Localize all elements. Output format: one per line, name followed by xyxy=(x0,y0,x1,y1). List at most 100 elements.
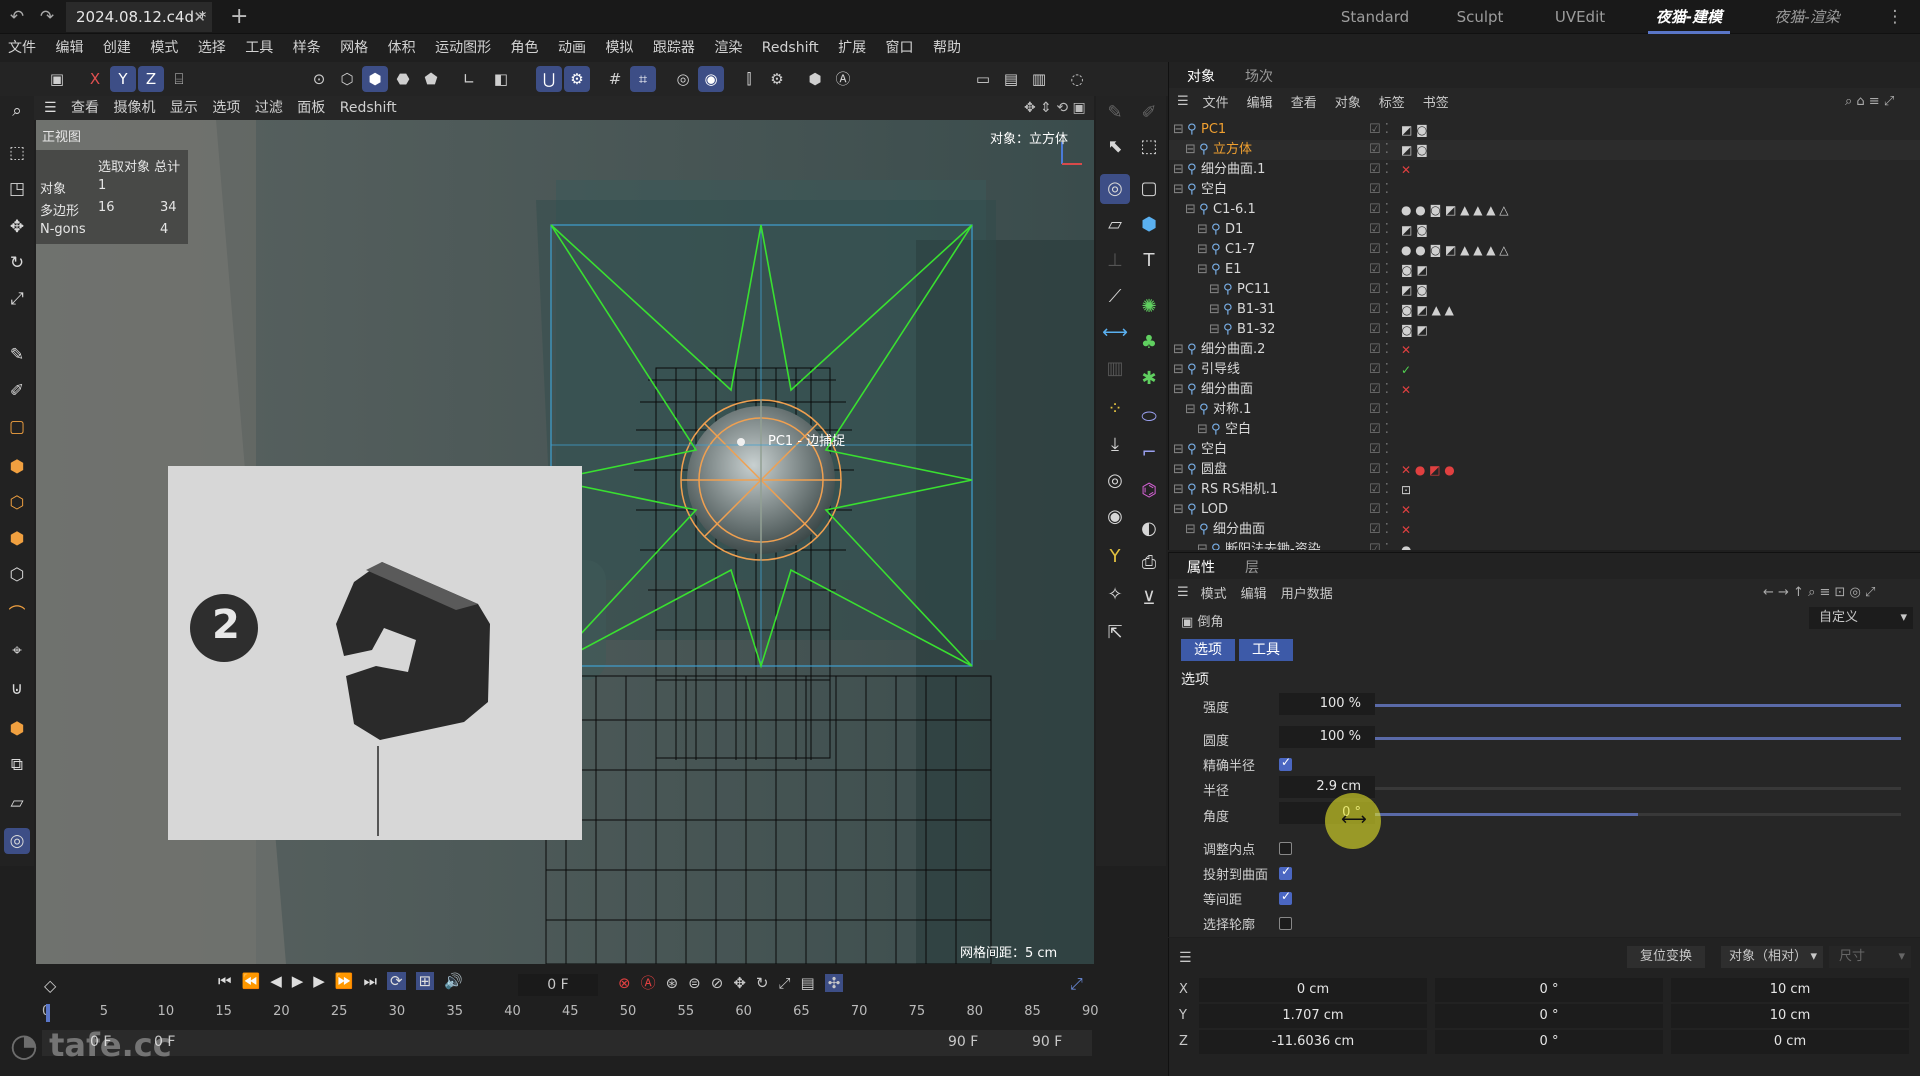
attr-menu-edit[interactable]: 编辑 xyxy=(1241,583,1267,602)
select-icon[interactable]: ⬚ xyxy=(1134,132,1164,162)
object-row[interactable]: ⊟ ⚲ 对称.1 ☑ ⁚ xyxy=(1169,400,1920,420)
render-settings-icon[interactable]: ▭ xyxy=(970,66,996,92)
floor-tool-icon[interactable]: ⊻ xyxy=(1134,584,1164,614)
arrow-icon[interactable]: ⬉ xyxy=(1100,132,1130,162)
object-row[interactable]: ⊟ ⚲ B1-32 ☑ ⁚ ◙ ◩ xyxy=(1169,320,1920,340)
keyframe-diamond-icon[interactable]: ◇ xyxy=(44,976,56,995)
visibility-toggle-icon[interactable]: ☑ ⁚ xyxy=(1369,180,1389,200)
more-icon[interactable]: ⋮ xyxy=(1884,6,1906,28)
menu-file[interactable]: 文件 xyxy=(8,35,36,61)
object-tags[interactable]: ✕ ● ◩ ● xyxy=(1401,460,1455,480)
visibility-toggle-icon[interactable]: ☑ ⁚ xyxy=(1369,420,1389,440)
render-queue-icon[interactable]: ▥ xyxy=(1026,66,1052,92)
attr-menu-userdata[interactable]: 用户数据 xyxy=(1281,583,1333,602)
menu-simulate[interactable]: 模拟 xyxy=(605,35,633,61)
subtab-tool[interactable]: 工具 xyxy=(1239,639,1293,661)
preset-dropdown[interactable]: 自定义 ▾ xyxy=(1809,607,1913,629)
effector-icon[interactable]: ✱ xyxy=(1134,364,1164,394)
layers-icon[interactable]: ⧉ xyxy=(4,752,30,778)
object-row[interactable]: ⊟ ⚲ PC1 ☑ ⁚ ◩ ◙ xyxy=(1169,120,1920,140)
workplane-icon[interactable]: ∟ xyxy=(456,66,482,92)
object-row[interactable]: ⊟ ⚲ D1 ☑ ⁚ ◩ ◙ xyxy=(1169,220,1920,240)
goto-end-icon[interactable]: ⏭ xyxy=(364,972,378,990)
extrude-icon[interactable]: ⊥ xyxy=(1100,246,1130,276)
object-tags[interactable]: ◩ ◙ xyxy=(1401,280,1428,300)
axis-x-button[interactable]: X xyxy=(82,66,108,92)
eye-icon[interactable]: ◉ xyxy=(1100,502,1130,532)
object-tags[interactable]: ✓ xyxy=(1401,360,1411,380)
object-tags[interactable]: ⊡ xyxy=(1401,480,1411,500)
om-menu-object[interactable]: 对象 xyxy=(1335,92,1361,111)
coord-pos-field[interactable]: 0 cm xyxy=(1199,978,1427,1002)
bevel-icon[interactable]: ◎ xyxy=(1100,174,1130,204)
vp-menu-display[interactable]: 显示 xyxy=(170,96,198,120)
solo-icon[interactable]: ◧ xyxy=(488,66,514,92)
visibility-toggle-icon[interactable]: ☑ ⁚ xyxy=(1369,300,1389,320)
param-key-icon[interactable]: ▤ xyxy=(801,974,815,992)
expand-icon[interactable]: ⊟ xyxy=(1173,380,1184,400)
menu-animate[interactable]: 动画 xyxy=(558,35,586,61)
menu-edit[interactable]: 编辑 xyxy=(55,35,83,61)
cube-edit-icon[interactable]: ⬡ xyxy=(4,490,30,516)
coord-rot-field[interactable]: 0 ° xyxy=(1435,1030,1663,1054)
symmetry-settings-icon[interactable]: ⚙ xyxy=(764,66,790,92)
render-view-icon[interactable]: ◎ xyxy=(670,66,696,92)
roundness-field[interactable]: 100 % xyxy=(1279,726,1375,748)
object-row[interactable]: ⊟ ⚲ PC11 ☑ ⁚ ◩ ◙ xyxy=(1169,280,1920,300)
viewport-nav-icons[interactable]: ✥ ⇕ ⟲ ▣ xyxy=(1024,96,1086,120)
timeline-expand-icon[interactable]: ⤢ xyxy=(1070,974,1083,994)
expand-icon[interactable]: ⊟ xyxy=(1197,420,1208,440)
layout-standard[interactable]: Standard xyxy=(1330,0,1420,34)
sound-icon[interactable]: 🔊 xyxy=(444,972,463,990)
object-tags[interactable]: ● ● ◙ ◩ ▲ ▲ ▲ △ xyxy=(1401,240,1509,260)
menu-create[interactable]: 创建 xyxy=(103,35,131,61)
model-mode-icon[interactable]: ▣ xyxy=(44,66,70,92)
motion-icon[interactable]: ⊜ xyxy=(688,974,701,992)
add-tab-icon[interactable]: + xyxy=(230,4,248,29)
drop-icon[interactable]: ⤓ xyxy=(1100,430,1130,460)
attr-menu-mode[interactable]: 模式 xyxy=(1201,583,1227,602)
expand-icon[interactable]: ⊟ xyxy=(1197,220,1208,240)
visibility-toggle-icon[interactable]: ☑ ⁚ xyxy=(1369,320,1389,340)
expand-icon[interactable]: ⊟ xyxy=(1197,260,1208,280)
expand-icon[interactable]: ⊟ xyxy=(1173,120,1184,140)
roundness-slider[interactable] xyxy=(1375,737,1901,740)
object-tags[interactable]: ◩ ◙ xyxy=(1401,220,1428,240)
pos-key-icon[interactable]: ✥ xyxy=(733,974,746,992)
visibility-toggle-icon[interactable]: ☑ ⁚ xyxy=(1369,440,1389,460)
close-tab-icon[interactable]: ✕ xyxy=(193,2,206,32)
object-row[interactable]: ⊟ ⚲ 细分曲面 ☑ ⁚ ✕ xyxy=(1169,380,1920,400)
coord-rot-field[interactable]: 0 ° xyxy=(1435,1004,1663,1028)
expand-icon[interactable]: ⊟ xyxy=(1173,500,1184,520)
hamburger-icon[interactable]: ☰ xyxy=(44,96,57,120)
visibility-toggle-icon[interactable]: ☑ ⁚ xyxy=(1369,340,1389,360)
object-row[interactable]: ⊟ ⚲ 空白 ☑ ⁚ xyxy=(1169,180,1920,200)
bend-icon[interactable]: ⌐ xyxy=(1134,438,1164,468)
cloner-icon[interactable]: ✺ xyxy=(1134,292,1164,322)
select-outline-checkbox[interactable] xyxy=(1279,917,1292,930)
axis-z-button[interactable]: Z xyxy=(138,66,164,92)
menu-mode[interactable]: 模式 xyxy=(150,35,178,61)
bridge-icon[interactable]: ⌒ xyxy=(4,602,30,628)
hamburger-icon[interactable]: ☰ xyxy=(1177,585,1189,600)
point-key-icon[interactable]: ✣ xyxy=(824,973,844,992)
object-tags[interactable]: ● ● ◙ ◩ ▲ ▲ ▲ △ xyxy=(1401,200,1509,220)
keyframe-settings-icon[interactable]: ⊛ xyxy=(666,974,679,992)
visibility-toggle-icon[interactable]: ☑ ⁚ xyxy=(1369,540,1389,550)
hamburger-icon[interactable]: ☰ xyxy=(1179,950,1192,966)
range-end-field[interactable]: 90 F xyxy=(1032,1034,1062,1050)
edges-mode-icon[interactable]: ⬡ xyxy=(334,66,360,92)
search-icon[interactable]: ⌕ xyxy=(4,98,30,124)
reset-transform-button[interactable]: 复位变换 xyxy=(1627,946,1705,968)
expand-icon[interactable]: ⊟ xyxy=(1185,200,1196,220)
range-bar[interactable]: 0 F 0 F 90 F 90 F xyxy=(42,1030,1092,1056)
menu-mesh[interactable]: 网格 xyxy=(340,35,368,61)
menu-select[interactable]: 选择 xyxy=(198,35,226,61)
object-tags[interactable]: ✕ xyxy=(1401,500,1411,520)
move-icon[interactable]: ✥ xyxy=(4,214,30,240)
loop-icon[interactable]: ⟳ xyxy=(387,972,406,990)
object-row[interactable]: ⊟ ⚲ 引导线 ☑ ⁚ ✓ xyxy=(1169,360,1920,380)
cube-make-icon[interactable]: ⬢ xyxy=(4,454,30,480)
om-menu-view[interactable]: 查看 xyxy=(1291,92,1317,111)
visibility-toggle-icon[interactable]: ☑ ⁚ xyxy=(1369,460,1389,480)
